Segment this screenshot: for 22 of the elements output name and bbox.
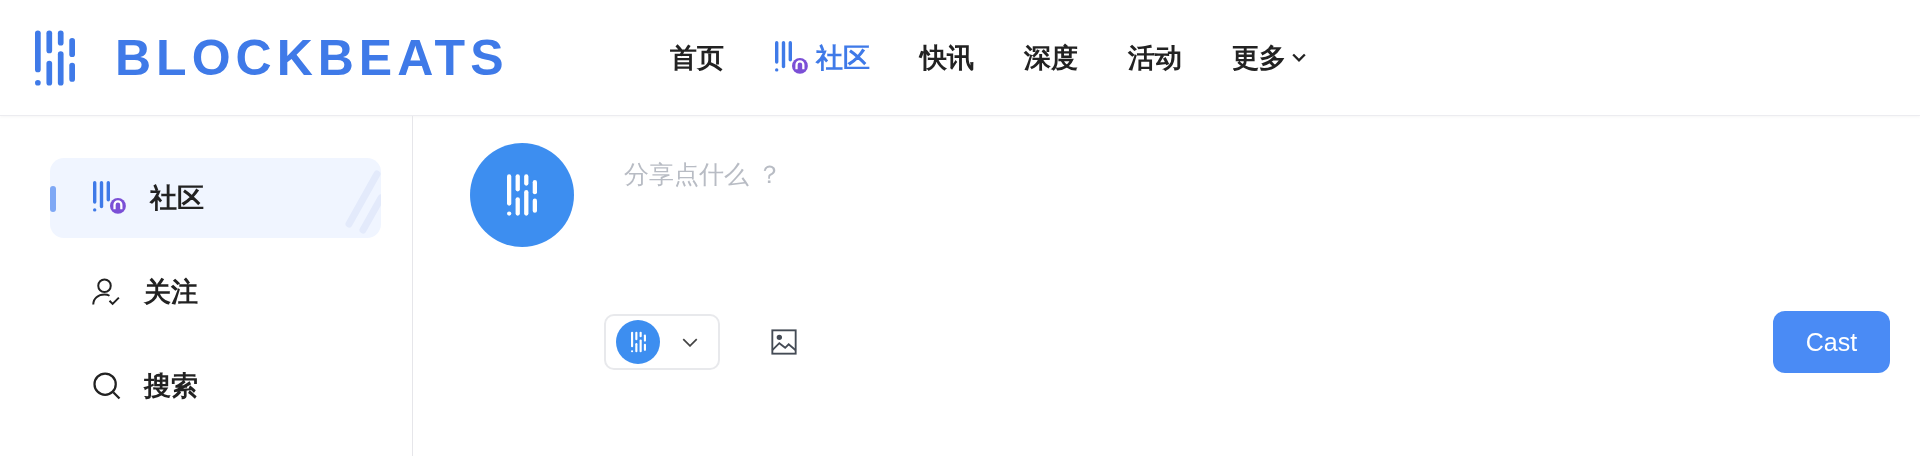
logo-icon (35, 29, 75, 86)
chevron-down-icon (1292, 52, 1306, 63)
logo-icon (630, 331, 646, 353)
community-icon (92, 181, 128, 215)
logo-icon (507, 173, 537, 217)
chevron-down-icon (682, 337, 698, 347)
user-check-icon (92, 277, 122, 307)
sidebar-item[interactable]: 社区 (50, 158, 381, 238)
nav-tab[interactable]: 首页 (670, 39, 724, 76)
account-selector[interactable] (604, 314, 720, 370)
nav-tab[interactable]: 活动 (1128, 39, 1182, 76)
nav-tab[interactable]: 快讯 (920, 39, 974, 76)
brand-wordmark[interactable]: BLOCKBEATS (115, 32, 509, 83)
sidebar-item[interactable]: 关注 (50, 252, 381, 332)
sidebar-item[interactable]: 搜索 (50, 346, 381, 426)
community-icon (774, 40, 810, 75)
search-icon (92, 371, 122, 401)
nav-tab[interactable]: 更多 (1232, 39, 1306, 76)
nav-tab[interactable]: 深度 (1024, 39, 1078, 76)
nav-tab[interactable]: 社区 (774, 39, 870, 76)
active-indicator (50, 186, 56, 212)
image-icon[interactable] (770, 328, 798, 356)
